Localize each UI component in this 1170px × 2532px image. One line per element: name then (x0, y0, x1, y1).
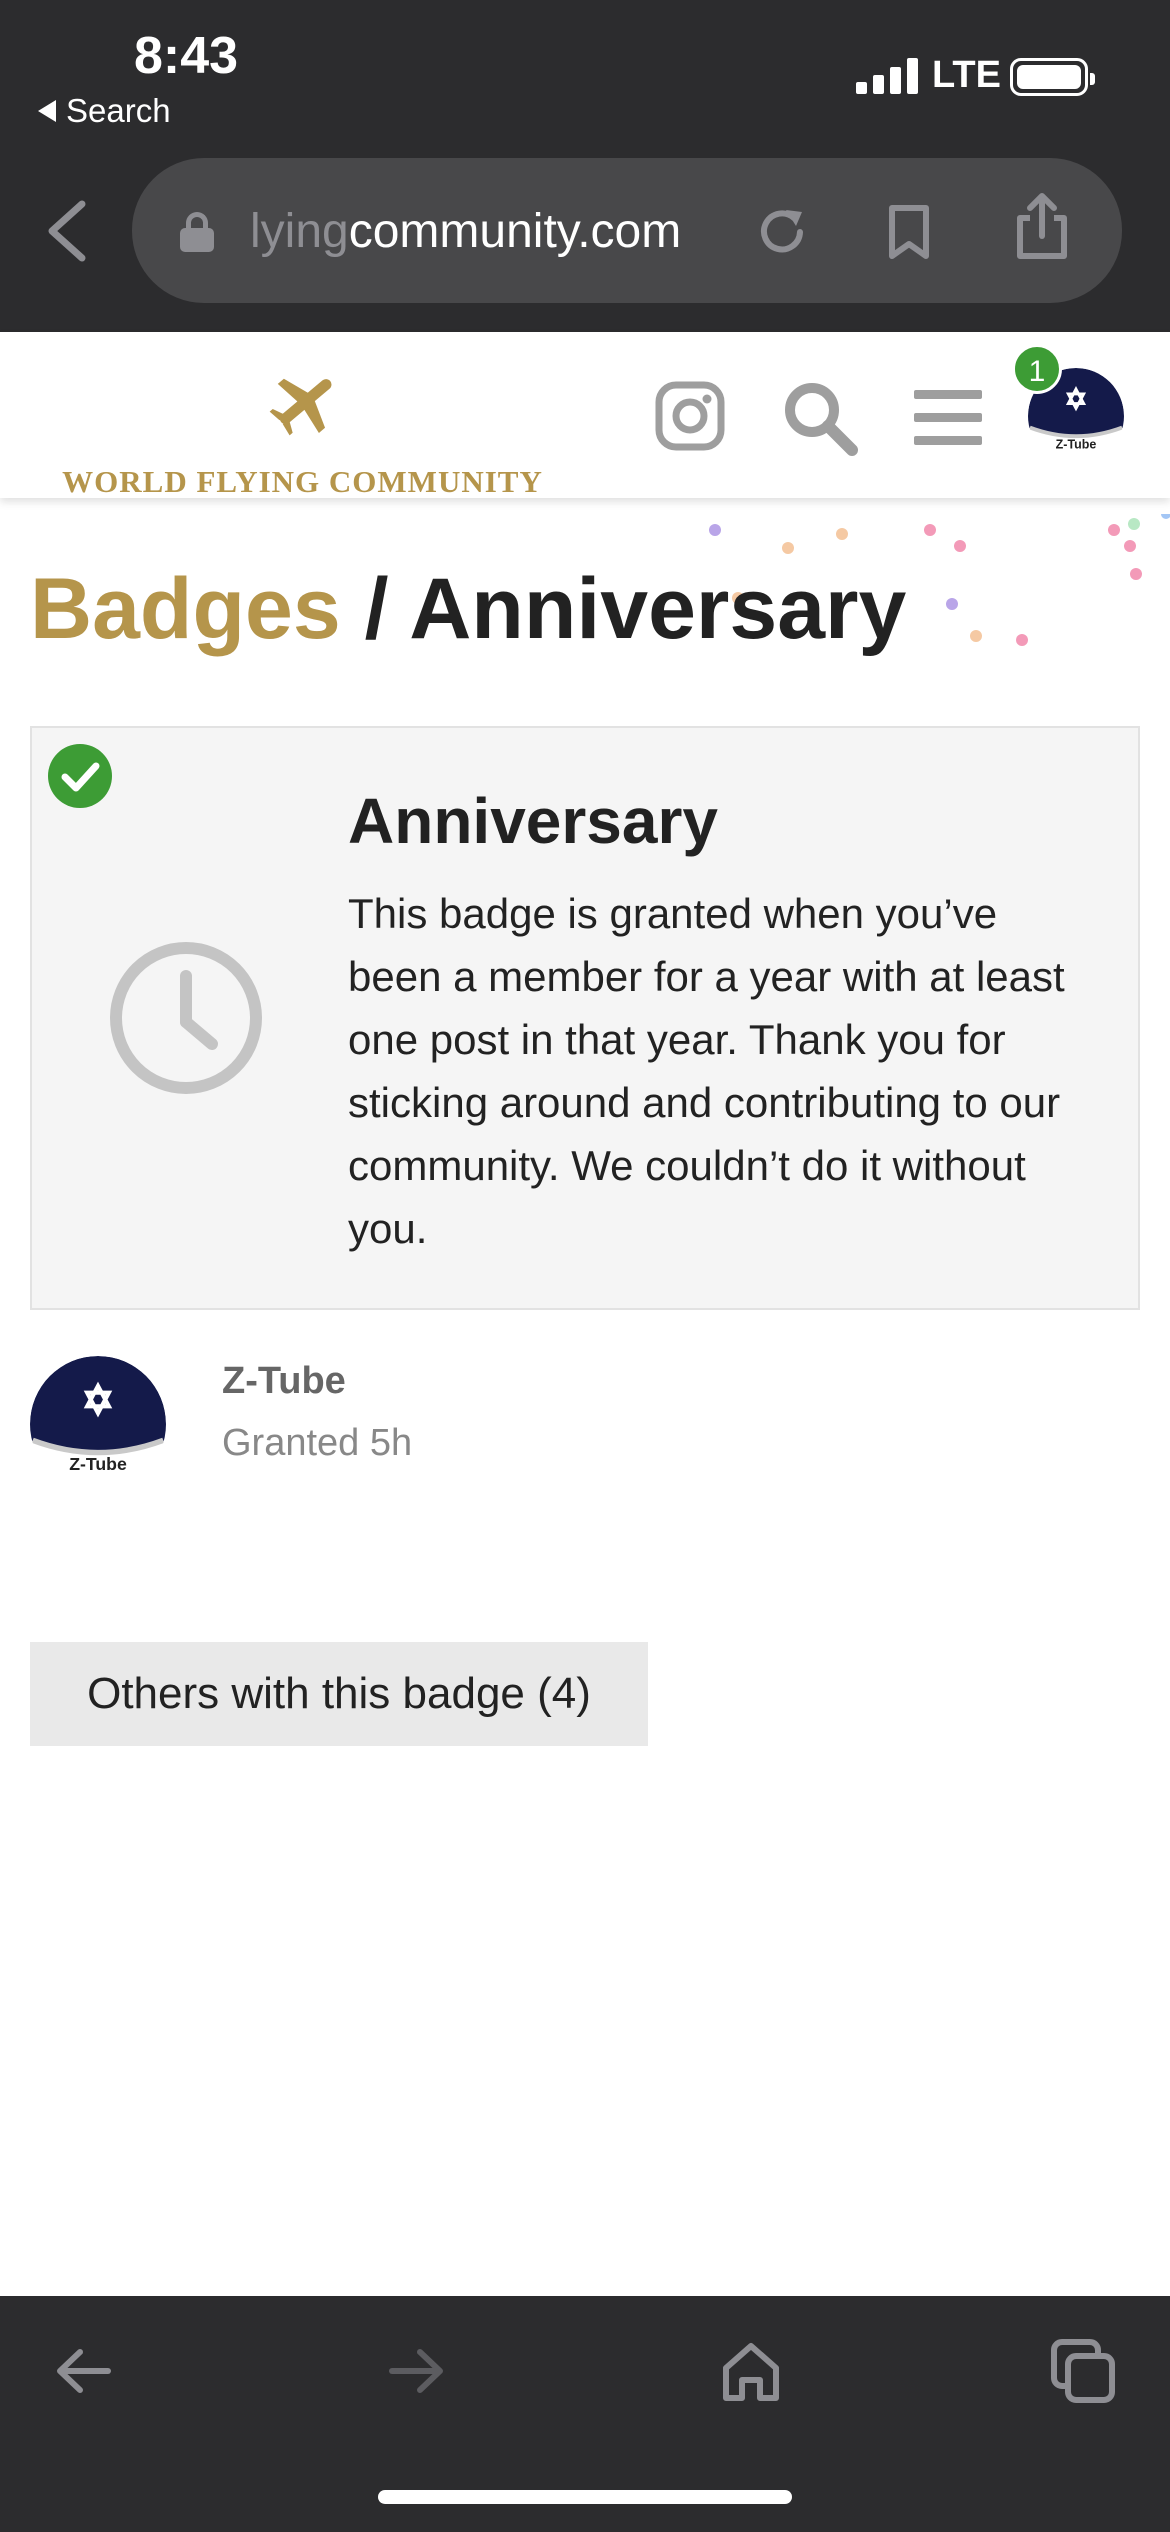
browser-chrome: 8:43 Search LTE lyingcommunity.com (0, 0, 1170, 332)
breadcrumb-current: Anniversary (409, 561, 907, 657)
back-chevron-icon[interactable] (40, 196, 100, 266)
granted-time: Granted 5h (222, 1422, 413, 1464)
breadcrumb-separator: / (364, 561, 389, 657)
back-arrow-icon[interactable] (48, 2336, 118, 2406)
page-title: Badges / Anniversary (30, 560, 906, 659)
badge-card: Anniversary This badge is granted when y… (30, 726, 1140, 1310)
search-icon[interactable] (780, 378, 860, 458)
url-faded: lying (250, 205, 349, 258)
svg-text:Z-Tube: Z-Tube (69, 1454, 127, 1474)
airplane-icon (269, 378, 332, 436)
share-icon[interactable] (1012, 192, 1072, 262)
bookmark-icon[interactable] (884, 202, 934, 262)
lock-icon (180, 212, 214, 252)
network-label: LTE (932, 54, 1001, 96)
back-triangle-icon (38, 100, 56, 122)
site-header: WORLD FLYING COMMUNITY Z-Tube 1 (0, 332, 1170, 499)
granted-user-name[interactable]: Z-Tube (222, 1360, 346, 1403)
granted-user-row: Z-Tube Z-Tube Granted 5h (30, 1356, 1140, 1492)
status-time: 8:43 (134, 27, 239, 85)
menu-icon[interactable] (912, 386, 984, 450)
back-app-label: Search (66, 92, 171, 129)
badge-description: This badge is granted when you’ve been a… (348, 890, 1065, 1252)
signal-icon (856, 58, 918, 94)
instagram-icon[interactable] (654, 380, 726, 452)
tabs-icon[interactable] (1048, 2336, 1118, 2406)
back-to-app-link[interactable]: Search (38, 92, 171, 130)
reload-icon[interactable] (752, 202, 812, 262)
notification-badge[interactable]: 1 (1012, 344, 1062, 394)
forward-arrow-icon[interactable] (382, 2336, 452, 2406)
check-circle-icon (48, 744, 112, 808)
home-indicator[interactable] (378, 2490, 792, 2504)
site-logo[interactable]: WORLD FLYING COMMUNITY (30, 362, 575, 499)
badge-name: Anniversary (348, 785, 718, 857)
url-main: community.com (348, 205, 682, 258)
clock-icon (110, 942, 262, 1094)
address-bar[interactable]: lyingcommunity.com (132, 158, 1122, 303)
breadcrumb-badges-link[interactable]: Badges (30, 561, 341, 657)
others-with-badge-button[interactable]: Others with this badge (4) (30, 1642, 648, 1746)
home-icon[interactable] (716, 2336, 786, 2406)
svg-text:Z-Tube: Z-Tube (1056, 438, 1097, 452)
logo-wordmark: WORLD FLYING COMMUNITY (62, 464, 543, 499)
url-text[interactable]: lyingcommunity.com (250, 204, 681, 259)
granted-user-avatar[interactable]: Z-Tube (30, 1356, 166, 1492)
battery-icon (1010, 58, 1095, 96)
avatar-image: Z-Tube (30, 1356, 166, 1492)
